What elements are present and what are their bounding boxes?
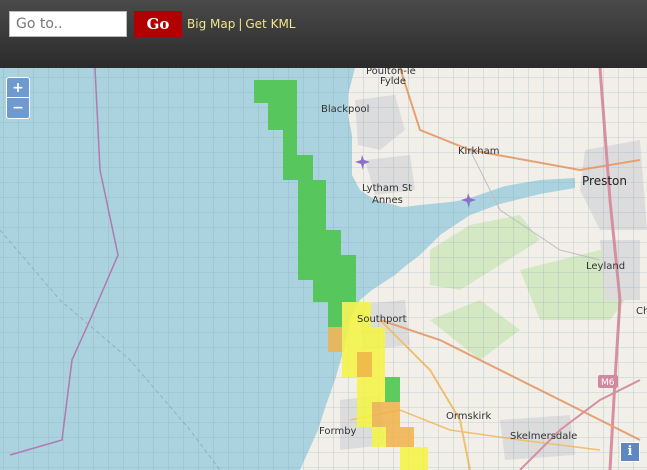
- search-input[interactable]: [9, 11, 127, 37]
- zoom-in-button[interactable]: +: [7, 78, 29, 98]
- zoom-out-button[interactable]: −: [7, 98, 29, 118]
- info-icon[interactable]: i: [620, 442, 640, 462]
- get-kml-link[interactable]: Get KML: [245, 17, 295, 31]
- motorway-label: M6: [601, 378, 615, 388]
- big-map-link[interactable]: Big Map: [187, 17, 235, 31]
- place-label-blackpool: Blackpool: [321, 104, 369, 115]
- zoom-control: + −: [6, 77, 30, 119]
- place-label-ormskirk: Ormskirk: [446, 411, 491, 422]
- place-label-lytham: Lytham St: [362, 183, 412, 194]
- go-button[interactable]: Go: [134, 11, 182, 37]
- map-canvas: Poulton-le Fylde Blackpool Kirkham Prest…: [0, 68, 647, 470]
- place-label-skelmersdale: Skelmersdale: [510, 431, 577, 442]
- map-links: Big Map | Get KML: [187, 17, 295, 31]
- place-label-chorley: Ch: [636, 306, 647, 317]
- place-label-annes: Annes: [372, 195, 403, 206]
- place-label-leyland: Leyland: [586, 261, 625, 272]
- place-label-fylde: Fylde: [380, 76, 406, 87]
- top-toolbar: Go Big Map|Get KML: [0, 0, 647, 68]
- place-label-kirkham: Kirkham: [458, 146, 499, 157]
- place-label-formby: Formby: [319, 426, 357, 437]
- motorway-shield: M6: [598, 375, 618, 388]
- place-label-southport: Southport: [357, 314, 407, 325]
- link-separator: |: [238, 17, 243, 31]
- map-view[interactable]: Poulton-le Fylde Blackpool Kirkham Prest…: [0, 68, 647, 470]
- place-label-preston: Preston: [582, 174, 627, 188]
